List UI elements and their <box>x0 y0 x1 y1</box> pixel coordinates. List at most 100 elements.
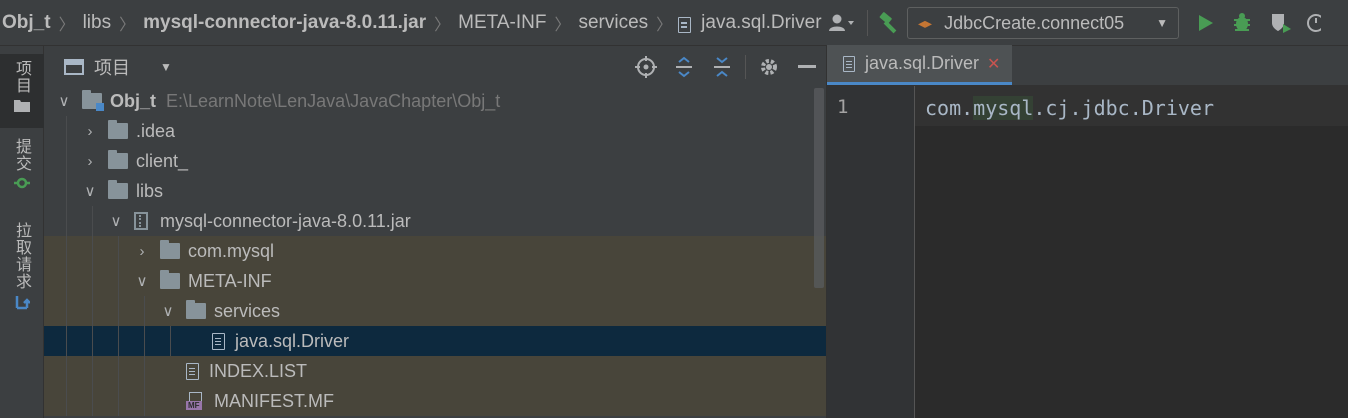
collapse-all-icon[interactable] <box>703 52 741 82</box>
breadcrumb-item-meta-inf[interactable]: META-INF <box>456 12 548 34</box>
stripe-tab-commit[interactable]: 提交 <box>0 138 44 202</box>
tree-guide-line <box>66 206 67 236</box>
tree-label-idea: .idea <box>136 120 176 141</box>
chevron-right-icon[interactable]: › <box>82 123 98 140</box>
chevron-right-icon: 〉 <box>554 17 571 34</box>
run-config-icon: ◂▸ <box>918 14 933 31</box>
editor-area: java.sql.Driver ✕ 1 com.mysql.cj.jdbc.Dr… <box>826 45 1348 418</box>
breadcrumb-item-libs[interactable]: libs <box>81 12 114 34</box>
folder-icon <box>160 240 180 259</box>
expand-all-icon[interactable] <box>665 52 703 82</box>
chevron-down-icon[interactable]: ∨ <box>134 272 150 290</box>
folder-icon <box>186 300 206 319</box>
commit-icon <box>14 176 30 193</box>
breadcrumb-item-obj_t[interactable]: Obj_t <box>0 12 53 34</box>
tree-guide-line <box>66 326 67 356</box>
main-toolbar: ◂▸ JdbcCreate.connect05 ▼ <box>828 0 1321 46</box>
toolbar-divider <box>867 10 868 36</box>
tree-row-jar[interactable]: ∨ mysql-connector-java-8.0.11.jar <box>44 206 826 236</box>
tree-row-services[interactable]: ∨ services <box>44 296 826 326</box>
tree-guide-line <box>66 296 67 326</box>
tree-row-idea[interactable]: › .idea <box>44 116 826 146</box>
breadcrumb: Obj_t 〉 libs 〉 mysql-connector-java-8.0.… <box>0 0 824 46</box>
tree-guide-line <box>118 296 119 326</box>
coverage-icon[interactable] <box>1269 8 1293 38</box>
stripe-pull-requests-label: 拉取请求 <box>13 222 32 290</box>
chevron-down-icon[interactable]: ∨ <box>160 302 176 320</box>
folder-icon <box>14 98 30 116</box>
manifest-badge: MF <box>186 401 202 410</box>
navigation-bar: Obj_t 〉 libs 〉 mysql-connector-java-8.0.… <box>0 0 1348 46</box>
tree-guide-line <box>92 296 93 326</box>
code-line[interactable]: com.mysql.cj.jdbc.Driver <box>925 96 1214 120</box>
chevron-down-icon[interactable]: ∨ <box>82 182 98 200</box>
tree-row-root[interactable]: ∨ Obj_t E:\LearnNote\LenJava\JavaChapter… <box>44 86 826 116</box>
chevron-down-icon[interactable]: ∨ <box>56 92 72 110</box>
breadcrumb-item-services[interactable]: services <box>576 12 650 34</box>
tree-guide-line <box>118 326 119 356</box>
tree-guide-line <box>144 296 145 326</box>
pull-request-icon <box>14 294 31 314</box>
line-number-gutter: 1 <box>827 86 915 418</box>
stripe-project-label: 项目 <box>13 60 32 94</box>
run-configuration-select[interactable]: ◂▸ JdbcCreate.connect05 ▼ <box>907 7 1179 39</box>
tree-guide-line <box>66 146 67 176</box>
breadcrumb-item-driver[interactable]: java.sql.Driver <box>699 12 823 34</box>
text-file-icon <box>212 332 225 350</box>
breadcrumb-item-jar[interactable]: mysql-connector-java-8.0.11.jar <box>141 12 428 34</box>
vertical-scrollbar[interactable] <box>814 88 824 288</box>
tree-root-path: E:\LearnNote\LenJava\JavaChapter\Obj_t <box>166 90 501 111</box>
locate-icon[interactable] <box>627 52 665 82</box>
stripe-tab-project[interactable]: 项目 <box>0 54 44 128</box>
tree-row-com-mysql[interactable]: › com.mysql <box>44 236 826 266</box>
folder-icon <box>108 150 128 169</box>
tree-row-meta-inf[interactable]: ∨ META-INF <box>44 266 826 296</box>
tree-label-driver: java.sql.Driver <box>235 330 350 351</box>
folder-icon <box>160 270 180 289</box>
tree-label-client: client_ <box>136 150 189 171</box>
project-panel-header: 项目 ▼ <box>44 46 826 88</box>
stripe-tab-pull-requests[interactable]: 拉取请求 <box>0 222 44 322</box>
profile-icon[interactable] <box>1305 8 1321 38</box>
chevron-right-icon[interactable]: › <box>134 243 150 260</box>
tree-row-driver[interactable]: › java.sql.Driver <box>44 326 826 356</box>
stripe-commit-label: 提交 <box>13 138 32 172</box>
tree-row-manifest[interactable]: › MF MANIFEST.MF <box>44 386 826 416</box>
project-view-icon <box>64 59 84 75</box>
debug-icon[interactable] <box>1231 8 1253 38</box>
run-icon[interactable] <box>1197 8 1215 38</box>
tree-guide-line <box>144 356 145 386</box>
gear-icon[interactable] <box>750 52 788 82</box>
code-segment: .cj.jdbc.Driver <box>1033 96 1215 120</box>
manifest-file-icon: MF <box>186 392 208 410</box>
text-file-icon <box>678 17 692 33</box>
tree-row-libs[interactable]: ∨ libs <box>44 176 826 206</box>
folder-icon <box>108 120 128 139</box>
tree-guide-line <box>66 386 67 416</box>
tree-row-client[interactable]: › client_ <box>44 146 826 176</box>
tree-guide-line <box>118 356 119 386</box>
minimize-icon[interactable] <box>788 52 826 82</box>
tree-guide-line <box>118 386 119 416</box>
tab-java-sql-driver[interactable]: java.sql.Driver ✕ <box>827 45 1013 85</box>
hammer-icon[interactable] <box>877 8 901 38</box>
close-icon[interactable]: ✕ <box>987 54 1000 74</box>
panel-title[interactable]: 项目 <box>94 54 130 80</box>
panel-toolbar <box>627 46 826 88</box>
tree-label-manifest: MANIFEST.MF <box>214 390 334 411</box>
editor-tabs: java.sql.Driver ✕ <box>827 45 1348 86</box>
user-icon[interactable] <box>828 8 858 38</box>
chevron-right-icon[interactable]: › <box>82 153 98 170</box>
tree-row-index-list[interactable]: › INDEX.LIST <box>44 356 826 386</box>
chevron-down-icon[interactable]: ▼ <box>160 60 172 74</box>
chevron-down-icon[interactable]: ∨ <box>108 212 124 230</box>
jar-archive-icon <box>134 212 148 230</box>
tree-label-libs: libs <box>136 180 164 201</box>
tree-guide-line <box>118 236 119 266</box>
tree-label-index-list: INDEX.LIST <box>209 360 308 381</box>
tree-label-root: Obj_t <box>110 90 157 111</box>
tree-label-com-mysql: com.mysql <box>188 240 275 261</box>
code-highlight-segment: mysql <box>973 96 1034 120</box>
chevron-right-icon: 〉 <box>119 17 136 34</box>
code-segment: com. <box>925 96 974 120</box>
